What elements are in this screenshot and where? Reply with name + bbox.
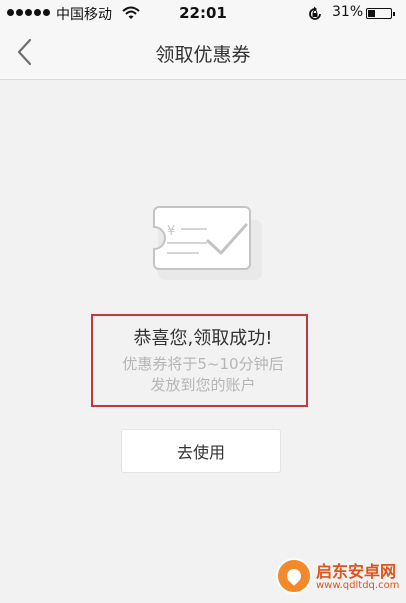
status-bar: 中国移动 22:01 31% [0, 0, 406, 26]
success-title: 恭喜您,领取成功! [133, 328, 273, 349]
watermark-name: 启东安卓网 [316, 562, 397, 581]
success-description-line-2: 发放到您的账户 [150, 376, 256, 394]
coupon-check-icon: ¥ [153, 206, 262, 280]
battery-percentage: 31% [332, 4, 364, 20]
navigation-bar: 领取优惠券 [0, 26, 406, 80]
battery-icon [366, 8, 395, 19]
rotation-lock-icon [309, 6, 321, 20]
use-coupon-button[interactable]: 去使用 [121, 429, 281, 473]
watermark-url: www.qdltdq.com [316, 580, 400, 591]
success-description-line-1: 优惠券将于5~10分钟后 [122, 355, 284, 373]
page-title: 领取优惠券 [155, 44, 251, 66]
yuan-symbol: ¥ [167, 224, 175, 239]
success-description: 优惠券将于5~10分钟后 发放到您的账户 [0, 354, 406, 396]
battery-level-fill [368, 10, 375, 17]
watermark: 启东安卓网 www.qdltdq.com [276, 556, 402, 600]
watermark-logo-icon [276, 558, 312, 594]
